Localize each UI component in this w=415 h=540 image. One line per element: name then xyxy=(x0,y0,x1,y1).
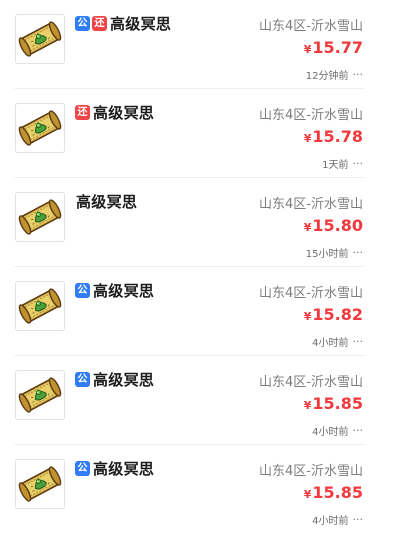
server-label: 山东4区-沂水雪山 xyxy=(259,197,363,212)
more-button[interactable]: ··· xyxy=(353,424,364,437)
currency-symbol: ¥ xyxy=(303,221,312,234)
scroll-item-icon xyxy=(15,459,65,509)
item-title-row: 还 高级冥思 xyxy=(75,103,155,122)
currency-symbol: ¥ xyxy=(303,399,312,412)
server-label: 山东4区-沂水雪山 xyxy=(259,375,363,390)
price-value: 15.85 xyxy=(312,394,363,413)
price: ¥15.78 xyxy=(304,127,363,146)
listing-meta: 4小时前 ··· xyxy=(312,423,363,438)
listing-item[interactable]: 还 高级冥思 山东4区-沂水雪山 ¥15.78 1天前 ··· xyxy=(0,89,415,178)
item-title: 高级冥思 xyxy=(93,459,155,478)
public-badge: 公 xyxy=(75,282,90,298)
more-button[interactable]: ··· xyxy=(353,335,364,348)
item-title-row: 公 高级冥思 xyxy=(75,459,155,478)
item-title-row: 高级冥思 xyxy=(75,192,138,211)
scroll-item-icon xyxy=(15,103,65,153)
listed-time: 15小时前 xyxy=(305,249,349,260)
server-label: 山东4区-沂水雪山 xyxy=(259,464,363,479)
listing-meta: 4小时前 ··· xyxy=(312,334,363,349)
public-badge: 公 xyxy=(75,460,90,476)
currency-symbol: ¥ xyxy=(303,488,312,501)
more-button[interactable]: ··· xyxy=(353,157,364,170)
more-button[interactable]: ··· xyxy=(353,246,364,259)
currency-symbol: ¥ xyxy=(303,132,312,145)
price: ¥15.85 xyxy=(304,394,363,413)
price: ¥15.82 xyxy=(304,305,363,324)
item-title: 高级冥思 xyxy=(93,281,155,300)
listing-item[interactable]: 公 还 高级冥思 山东4区-沂水雪山 ¥15.77 12分钟前 ··· xyxy=(0,0,415,89)
scroll-item-icon xyxy=(15,192,65,242)
price-value: 15.85 xyxy=(312,483,363,502)
listed-time: 1天前 xyxy=(322,160,349,171)
server-label: 山东4区-沂水雪山 xyxy=(259,286,363,301)
listing-meta: 1天前 ··· xyxy=(322,156,363,171)
scroll-item-icon xyxy=(15,281,65,331)
scroll-item-icon xyxy=(15,14,65,64)
price: ¥15.85 xyxy=(304,483,363,502)
listing-meta: 15小时前 ··· xyxy=(306,245,363,260)
public-badge: 公 xyxy=(75,371,90,387)
more-button[interactable]: ··· xyxy=(353,513,364,526)
listing-item[interactable]: 公 高级冥思 山东4区-沂水雪山 ¥15.85 4小时前 ··· xyxy=(0,356,415,445)
price: ¥15.77 xyxy=(304,38,363,57)
listing-list: 公 还 高级冥思 山东4区-沂水雪山 ¥15.77 12分钟前 ··· 还 高级冥… xyxy=(0,0,415,540)
server-label: 山东4区-沂水雪山 xyxy=(259,19,363,34)
listing-item[interactable]: 公 高级冥思 山东4区-沂水雪山 ¥15.82 4小时前 ··· xyxy=(0,267,415,356)
listing-meta: 4小时前 ··· xyxy=(312,512,363,527)
listing-item[interactable]: 高级冥思 山东4区-沂水雪山 ¥15.80 15小时前 ··· xyxy=(0,178,415,267)
item-title: 高级冥思 xyxy=(76,192,138,211)
item-title-row: 公 高级冥思 xyxy=(75,281,155,300)
currency-symbol: ¥ xyxy=(303,310,312,323)
return-badge: 还 xyxy=(75,104,90,120)
listed-time: 4小时前 xyxy=(312,338,349,349)
listed-time: 4小时前 xyxy=(312,427,349,438)
listing-meta: 12分钟前 ··· xyxy=(306,67,363,82)
listing-item[interactable]: 公 高级冥思 山东4区-沂水雪山 ¥15.85 4小时前 ··· xyxy=(0,445,415,534)
item-title-row: 公 高级冥思 xyxy=(75,370,155,389)
price-value: 15.80 xyxy=(312,216,363,235)
server-label: 山东4区-沂水雪山 xyxy=(259,108,363,123)
listed-time: 12分钟前 xyxy=(305,71,349,82)
item-title: 高级冥思 xyxy=(93,370,155,389)
price-value: 15.78 xyxy=(312,127,363,146)
price: ¥15.80 xyxy=(304,216,363,235)
item-title: 高级冥思 xyxy=(93,103,155,122)
currency-symbol: ¥ xyxy=(303,43,312,56)
more-button[interactable]: ··· xyxy=(353,68,364,81)
return-badge: 还 xyxy=(92,15,107,31)
price-value: 15.77 xyxy=(312,38,363,57)
item-title-row: 公 还 高级冥思 xyxy=(75,14,172,33)
item-title: 高级冥思 xyxy=(110,14,172,33)
listed-time: 4小时前 xyxy=(312,516,349,527)
price-value: 15.82 xyxy=(312,305,363,324)
public-badge: 公 xyxy=(75,15,90,31)
scroll-item-icon xyxy=(15,370,65,420)
